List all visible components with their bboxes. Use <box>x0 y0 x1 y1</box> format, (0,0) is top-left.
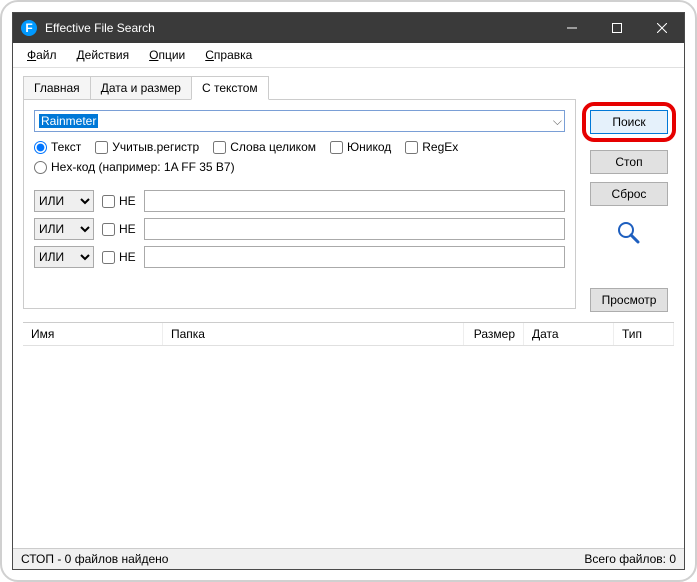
cb-unicode-input[interactable] <box>330 141 343 154</box>
cond-not-3[interactable]: НЕ <box>102 250 136 264</box>
cond-not-1[interactable]: НЕ <box>102 194 136 208</box>
radio-text[interactable]: Текст <box>34 140 81 154</box>
tab-body: Rainmeter ⌵ Текст Учитыв.регистр Слова ц… <box>23 99 576 309</box>
cond-not-2[interactable]: НЕ <box>102 222 136 236</box>
condition-row-3: ИЛИ НЕ <box>34 246 565 268</box>
col-type[interactable]: Тип <box>614 323 674 345</box>
cb-case-label: Учитыв.регистр <box>112 140 199 154</box>
titlebar: F Effective File Search <box>13 13 684 43</box>
upper-panel: Главная Дата и размер С текстом Rainmete… <box>13 68 684 316</box>
menu-actions[interactable]: Действия <box>69 46 138 64</box>
cond-not-1-label: НЕ <box>119 194 136 208</box>
stop-button[interactable]: Стоп <box>590 150 668 174</box>
cb-case[interactable]: Учитыв.регистр <box>95 140 199 154</box>
tab-with-text[interactable]: С текстом <box>191 76 269 100</box>
cond-not-1-input[interactable] <box>102 195 115 208</box>
col-date[interactable]: Дата <box>524 323 614 345</box>
cond-text-1[interactable] <box>144 190 565 212</box>
condition-row-2: ИЛИ НЕ <box>34 218 565 240</box>
hex-row: Hex-код (например: 1A FF 35 B7) <box>34 160 565 174</box>
maximize-button[interactable] <box>594 13 639 43</box>
cond-op-1[interactable]: ИЛИ <box>34 190 94 212</box>
cond-not-3-label: НЕ <box>119 250 136 264</box>
cb-regex[interactable]: RegEx <box>405 140 458 154</box>
minimize-button[interactable] <box>549 13 594 43</box>
magnifier-icon[interactable] <box>616 220 642 246</box>
cond-not-2-input[interactable] <box>102 223 115 236</box>
menu-help[interactable]: Справка <box>197 46 260 64</box>
chevron-down-icon[interactable]: ⌵ <box>553 114 562 129</box>
search-row: Rainmeter ⌵ <box>34 110 565 132</box>
text-options-row: Текст Учитыв.регистр Слова целиком Юнико… <box>34 140 565 154</box>
menu-file[interactable]: Файл <box>19 46 65 64</box>
cb-case-input[interactable] <box>95 141 108 154</box>
status-right: Всего файлов: 0 <box>584 552 676 566</box>
app-window: F Effective File Search Файл Действия Оп… <box>12 12 685 570</box>
radio-hex-input[interactable] <box>34 161 47 174</box>
cond-not-2-label: НЕ <box>119 222 136 236</box>
cb-unicode[interactable]: Юникод <box>330 140 391 154</box>
content-area: Главная Дата и размер С текстом Rainmete… <box>13 68 684 569</box>
cb-regex-input[interactable] <box>405 141 418 154</box>
radio-text-label: Текст <box>51 140 81 154</box>
menu-options[interactable]: Опции <box>141 46 193 64</box>
col-name[interactable]: Имя <box>23 323 163 345</box>
tab-area: Главная Дата и размер С текстом Rainmete… <box>23 76 576 312</box>
col-size[interactable]: Размер <box>464 323 524 345</box>
status-left: СТОП - 0 файлов найдено <box>21 552 584 566</box>
cb-unicode-label: Юникод <box>347 140 391 154</box>
cb-regex-label: RegEx <box>422 140 458 154</box>
cond-not-3-input[interactable] <box>102 251 115 264</box>
preview-button[interactable]: Просмотр <box>590 288 668 312</box>
cond-text-2[interactable] <box>144 218 565 240</box>
close-button[interactable] <box>639 13 684 43</box>
window-title: Effective File Search <box>45 21 549 35</box>
cond-op-3[interactable]: ИЛИ <box>34 246 94 268</box>
cb-whole-label: Слова целиком <box>230 140 316 154</box>
results-list: Имя Папка Размер Дата Тип <box>23 322 674 548</box>
radio-hex-label: Hex-код (например: 1A FF 35 B7) <box>51 160 235 174</box>
search-text-value: Rainmeter <box>39 114 98 128</box>
cond-op-2[interactable]: ИЛИ <box>34 218 94 240</box>
search-button-highlight: Поиск <box>582 102 676 142</box>
screenshot-frame: F Effective File Search Файл Действия Оп… <box>0 0 697 582</box>
tab-strip: Главная Дата и размер С текстом <box>23 76 576 99</box>
tab-date-size[interactable]: Дата и размер <box>90 76 192 99</box>
side-buttons: Поиск Стоп Сброс Просмотр <box>584 76 674 312</box>
col-folder[interactable]: Папка <box>163 323 464 345</box>
reset-button[interactable]: Сброс <box>590 182 668 206</box>
search-button[interactable]: Поиск <box>590 110 668 134</box>
app-icon-letter: F <box>25 21 32 35</box>
cb-whole-input[interactable] <box>213 141 226 154</box>
condition-row-1: ИЛИ НЕ <box>34 190 565 212</box>
results-header: Имя Папка Размер Дата Тип <box>23 323 674 346</box>
menubar: Файл Действия Опции Справка <box>13 43 684 68</box>
cond-text-3[interactable] <box>144 246 565 268</box>
radio-text-input[interactable] <box>34 141 47 154</box>
radio-hex[interactable]: Hex-код (например: 1A FF 35 B7) <box>34 160 235 174</box>
results-body[interactable] <box>23 346 674 548</box>
search-text-combo[interactable]: Rainmeter ⌵ <box>34 110 565 132</box>
cb-whole[interactable]: Слова целиком <box>213 140 316 154</box>
statusbar: СТОП - 0 файлов найдено Всего файлов: 0 <box>13 548 684 569</box>
tab-main[interactable]: Главная <box>23 76 91 99</box>
app-icon: F <box>21 20 37 36</box>
